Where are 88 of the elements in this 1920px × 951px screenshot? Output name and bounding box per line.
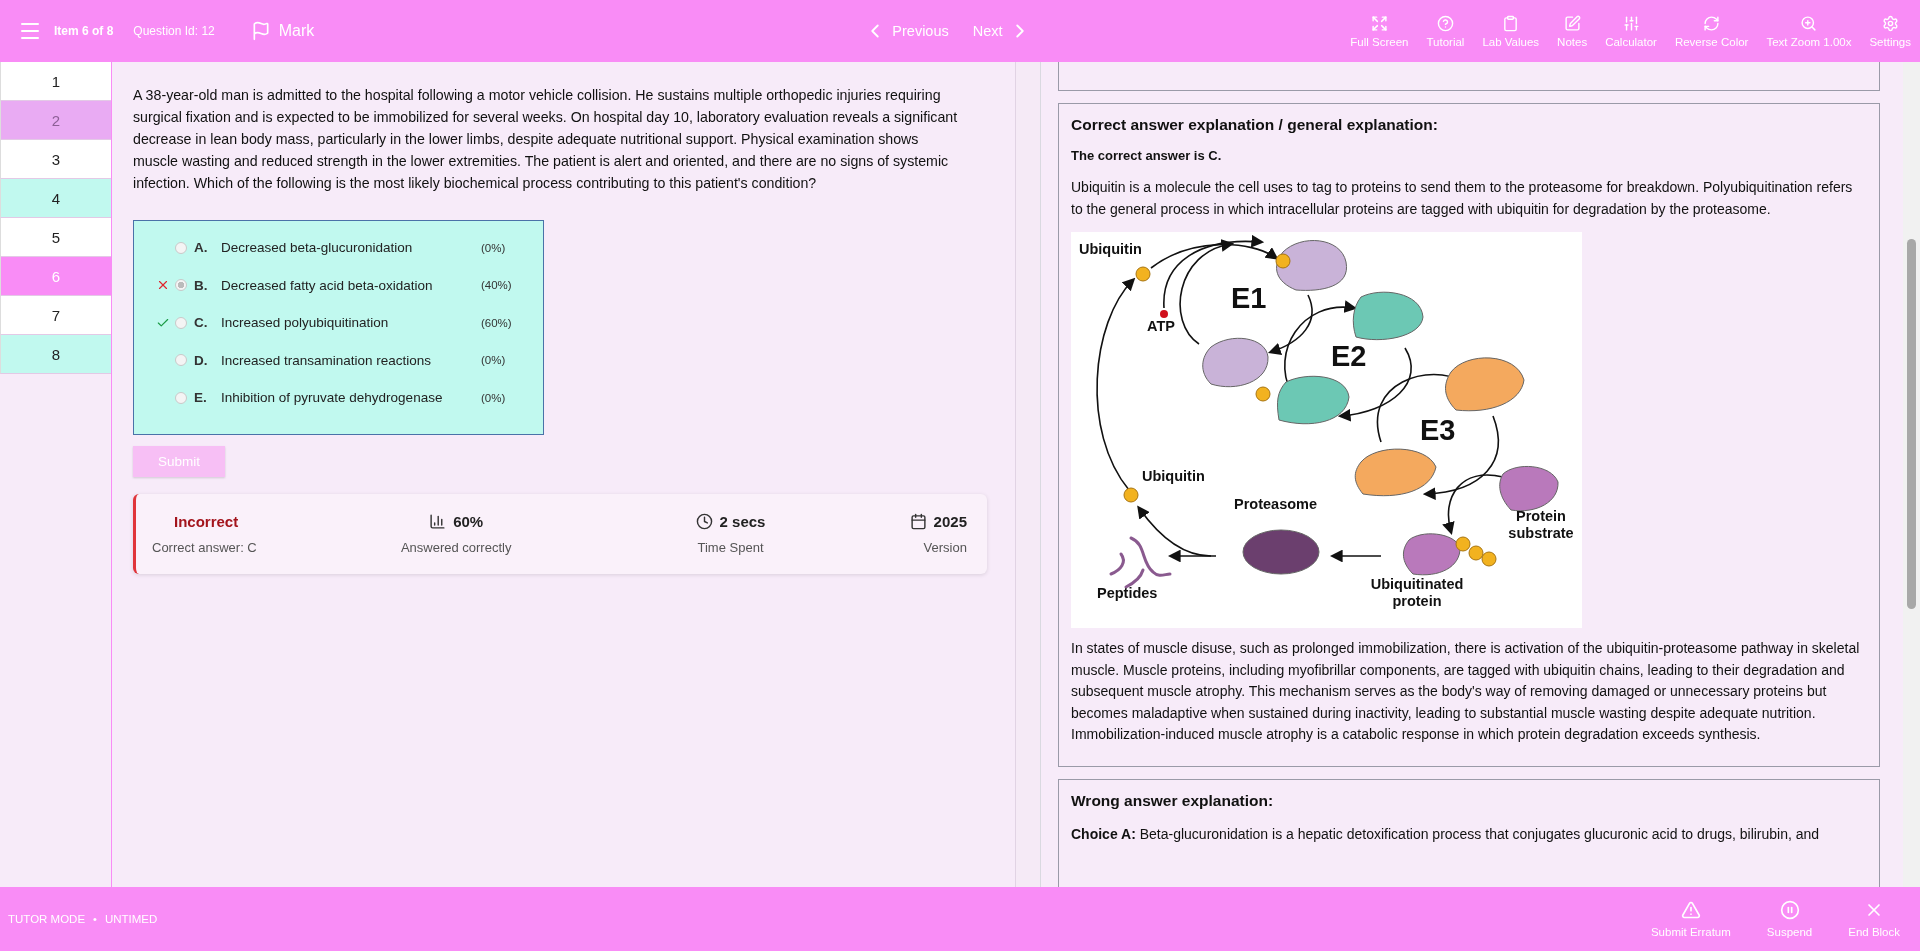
stat-value: 60%: [453, 513, 484, 530]
timing-label: UNTIMED: [104, 913, 158, 925]
next-button[interactable]: Next: [972, 20, 1031, 42]
previous-button[interactable]: Previous: [864, 20, 949, 42]
correct-answer-text: Correct answer: C: [152, 540, 257, 555]
figure-label: Protein substrate: [1507, 508, 1575, 542]
figure-label: Peptides: [1097, 585, 1158, 602]
mode-label: TUTOR MODE: [8, 913, 86, 925]
settings-icon: [1881, 14, 1899, 32]
choice-letter: B.: [194, 277, 209, 293]
sliders-icon: [1622, 14, 1640, 32]
explanation-title: Wrong answer explanation:: [1071, 791, 1275, 810]
figure-label: Ubiquitinated protein: [1369, 576, 1465, 610]
figure-label: E1: [1231, 282, 1267, 316]
choice-percent: (40%): [481, 279, 513, 292]
toolbar-button[interactable]: Tutorial: [1417, 0, 1474, 62]
question-nav-item[interactable]: 8: [0, 335, 111, 374]
stat-label: Answered correctly: [400, 540, 512, 555]
toolbar-button[interactable]: Text Zoom 1.00x: [1757, 0, 1861, 62]
stat-value: 2 secs: [719, 513, 766, 530]
item-counter: Item 6 of 8: [54, 24, 114, 38]
choice-percent: (0%): [481, 391, 507, 404]
fullscreen-icon: [1370, 14, 1388, 32]
bar-chart-icon: [429, 513, 447, 530]
pause-icon: [1779, 900, 1800, 920]
refresh-icon: [1703, 14, 1721, 32]
radio-button[interactable]: [175, 241, 187, 254]
question-nav-item[interactable]: 4: [0, 179, 111, 218]
explanation-title: Correct answer explanation / general explanation:: [1071, 116, 1439, 134]
separator-dot: •: [93, 913, 97, 925]
choice-letter: C.: [194, 315, 209, 331]
explanation-paragraph: Choice A: Beta-glucuronidation is a hepatic detoxification process that conjugates glucuronic acid to drugs, bilirubin, and: [1071, 824, 1821, 844]
question-id: Question Id: 12: [133, 24, 215, 38]
zoom-in-icon: [1800, 14, 1818, 32]
question-nav-item[interactable]: 1: [0, 62, 111, 101]
clipboard-icon: [1502, 14, 1520, 32]
stat-value: 2025: [933, 513, 967, 530]
scrollbar[interactable]: [1903, 62, 1920, 887]
toolbar-button[interactable]: Settings: [1860, 0, 1920, 62]
question-nav-item[interactable]: 3: [0, 140, 111, 179]
footer-button[interactable]: End Block: [1842, 900, 1906, 938]
choice-percent: (0%): [481, 241, 507, 254]
warning-icon: [1680, 900, 1701, 920]
question-nav-item[interactable]: 5: [0, 218, 111, 257]
figure-label: Ubiquitin: [1142, 468, 1205, 485]
explanation-paragraph: In states of muscle disuse, such as prolonged immobilization, there is activation of the ubiquitin-proteasome pathway in skeletal muscle. Muscle proteins, including myofibrillar components, are tagged with ubiquitin chains, leading to their degradation and subsequent muscle atrophy. This mechanism serves as the body's way of removing damaged or unnecessary proteins but becomes maladaptive when sustained during inactivity, leading to substantial muscle wasting despite adequate nutrition. Immobilization-induced muscle atrophy is a catabolic response in which protein degradation exceeds synthesis.: [1071, 639, 1861, 744]
choice-text: Decreased beta-glucuronidation: [221, 240, 414, 256]
choice-text: Increased polyubiquitination: [221, 315, 390, 331]
figure-label: E3: [1420, 414, 1456, 448]
calendar-icon: [909, 513, 927, 530]
mark-button[interactable]: Mark: [250, 21, 315, 41]
explanation-paragraph: Ubiquitin is a molecule the cell uses to tag to proteins to send them to the proteasome for breakdown. Polyubiquitination refers to the general process in which intracellular proteins are tagged with ubiquitin for degradation by the proteasome.: [1071, 178, 1854, 219]
radio-button[interactable]: [175, 279, 187, 292]
figure-label: E2: [1331, 340, 1367, 374]
clock-icon: [695, 513, 713, 530]
help-icon: [1436, 14, 1454, 32]
figure-label: Ubiquitin: [1079, 241, 1142, 258]
edit-icon: [1563, 14, 1581, 32]
choice-text: Increased transamination reactions: [221, 352, 433, 368]
choice-percent: (0%): [481, 354, 507, 367]
figure-label: Proteasome: [1234, 496, 1317, 513]
figure-label: ATP: [1147, 318, 1175, 335]
scrollbar-thumb[interactable]: [1907, 239, 1916, 609]
radio-button[interactable]: [175, 391, 187, 404]
choice-text: Inhibition of pyruvate dehydrogenase: [221, 390, 444, 406]
radio-button[interactable]: [175, 316, 187, 329]
stat-label: Time Spent: [697, 540, 764, 555]
footer-button[interactable]: Submit Erratum: [1644, 900, 1737, 938]
question-nav-item[interactable]: 6: [0, 257, 111, 296]
stat-label: Version: [923, 540, 967, 555]
question-nav-item[interactable]: 7: [0, 296, 111, 335]
question-nav-item[interactable]: 2: [0, 101, 111, 140]
question-text: A 38-year-old man is admitted to the hospital following a motor vehicle collision. He sustains multiple orthopedic injuries requiring surgical fixation and is expected to be immobilized for several weeks. On hospital day 10, laboratory evaluation reveals a significant decrease in lean body mass, particularly in the lower limbs, despite adequate nutritional support. Physical examination shows muscle wasting and reduced strength in the lower extremities. The patient is alert and oriented, and there are no signs of systemic infection. Which of the following is the most likely biochemical process contributing to this patient's condition?: [133, 86, 959, 193]
toolbar-button[interactable]: Lab Values: [1473, 0, 1549, 62]
choice-text: Decreased fatty acid beta-oxidation: [221, 277, 434, 293]
toolbar-button[interactable]: Calculator: [1596, 0, 1666, 62]
splitter-bar[interactable]: [1015, 62, 1041, 887]
toolbar-button[interactable]: Full Screen: [1341, 0, 1418, 62]
toolbar-button[interactable]: Reverse Color: [1665, 0, 1758, 62]
result-status: Incorrect: [174, 513, 239, 530]
choice-letter: E.: [194, 390, 208, 406]
footer-button[interactable]: Suspend: [1760, 900, 1819, 938]
choice-letter: D.: [194, 352, 209, 368]
toolbar-button[interactable]: Notes: [1548, 0, 1597, 62]
correct-answer-statement: The correct answer is C.: [1071, 148, 1223, 163]
choice-percent: (60%): [481, 316, 513, 329]
choice-letter: A.: [194, 240, 209, 256]
radio-button[interactable]: [175, 354, 187, 367]
